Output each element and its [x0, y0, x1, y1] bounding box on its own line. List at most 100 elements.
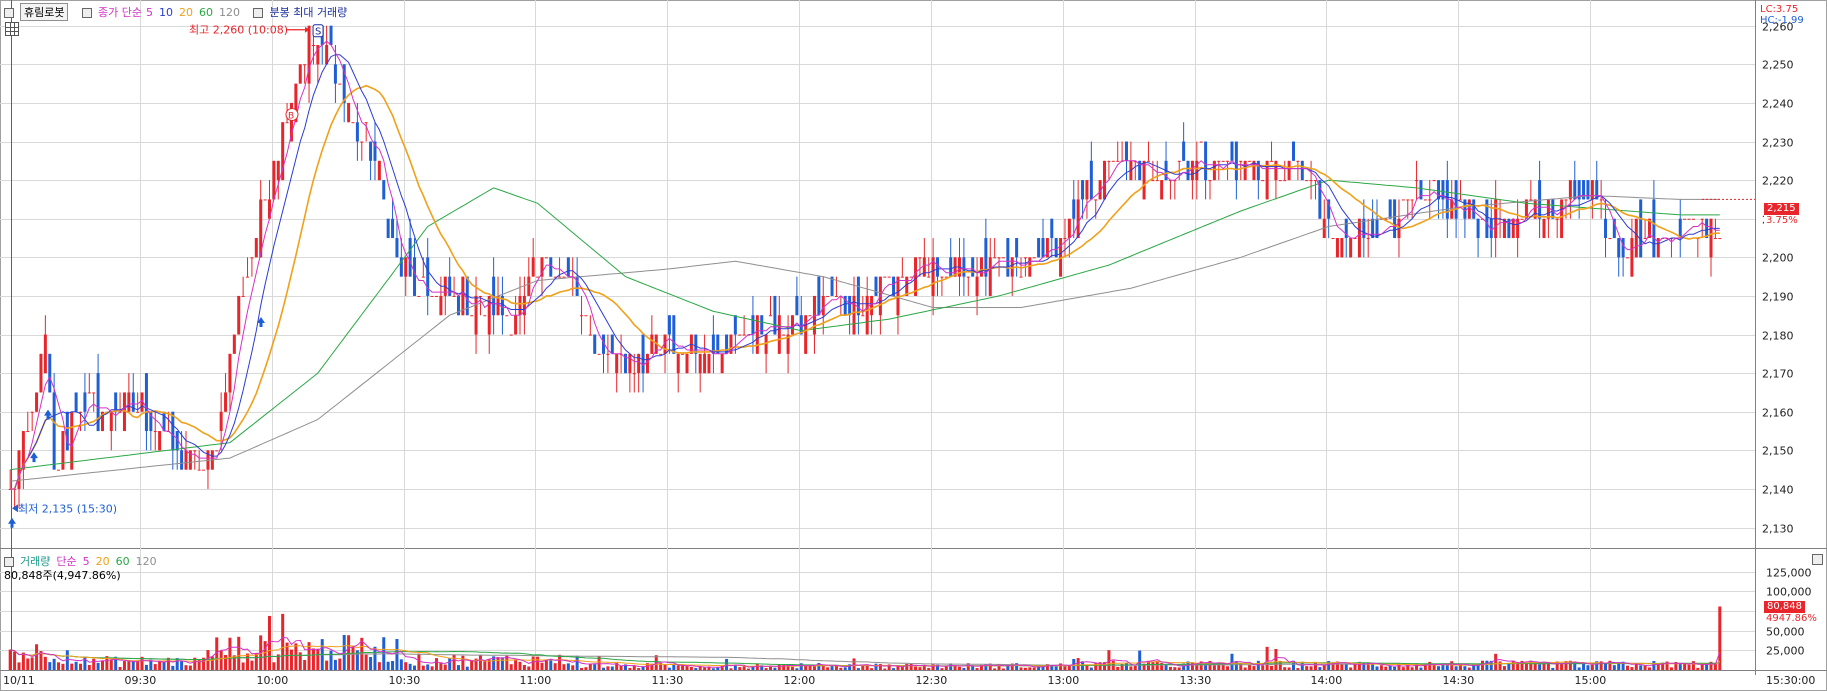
menu-icon[interactable]: [4, 8, 14, 18]
volume-bar: [1393, 666, 1397, 670]
candle-body: [355, 122, 359, 142]
volume-bar: [725, 658, 729, 670]
candle-body: [1542, 218, 1546, 239]
volume-bar: [870, 668, 874, 670]
volume-bar: [500, 657, 504, 670]
candle-body: [197, 469, 201, 471]
candle-body: [48, 353, 52, 393]
volume-bar: [1265, 646, 1269, 670]
volume-bar: [1177, 667, 1181, 670]
volume-bar: [470, 661, 474, 670]
volume-pct-tag: 4947.86%: [1764, 613, 1819, 624]
candle-body: [1111, 160, 1115, 162]
candle-body: [632, 373, 636, 375]
volume-tick-label: 100,000: [1766, 586, 1812, 599]
candle-body: [628, 353, 632, 374]
volume-bar: [667, 667, 671, 670]
volume-bar: [1419, 667, 1423, 670]
candle-body: [153, 431, 157, 433]
volume-bar: [210, 656, 214, 670]
candle-body: [900, 276, 904, 278]
volume-bar: [1410, 667, 1414, 670]
candle-body: [79, 411, 83, 413]
volume-bar: [1067, 665, 1071, 670]
candle-body: [1687, 218, 1691, 220]
volume-bar: [465, 666, 469, 670]
candle-body: [1305, 180, 1309, 182]
candle-body: [377, 160, 381, 181]
candle-body: [1401, 199, 1405, 201]
candle-body: [1146, 160, 1150, 162]
candle-body: [672, 315, 676, 354]
candle-body: [918, 257, 922, 259]
candle-body: [87, 392, 91, 394]
volume-bar: [558, 654, 562, 670]
candle-body: [1081, 180, 1085, 200]
price-tick-label: 2,180: [1762, 330, 1794, 343]
sell-signal-text: S: [315, 27, 321, 38]
candle-body: [1652, 199, 1656, 258]
stock-name[interactable]: 휴림로봇: [20, 3, 69, 21]
volume-bar: [861, 666, 865, 670]
candle-body: [1406, 199, 1410, 201]
volume-bar: [443, 664, 447, 670]
candle-body: [417, 295, 421, 297]
volume-bar: [272, 662, 276, 670]
volume-bar: [391, 660, 395, 670]
candle-body: [1212, 160, 1216, 181]
indicator-icon[interactable]: [81, 8, 92, 18]
candle-body: [83, 392, 87, 412]
candle-body: [610, 334, 614, 354]
volume-bar: [1687, 664, 1691, 670]
volume-bar: [1604, 663, 1608, 670]
volume-menu-icon[interactable]: [4, 557, 14, 567]
mode-icon[interactable]: [253, 8, 264, 18]
candle-body: [144, 373, 148, 432]
volume-bar: [1485, 660, 1489, 670]
candle-body: [158, 431, 162, 451]
candle-body: [35, 392, 39, 412]
volume-bar: [1379, 665, 1383, 670]
price-tick-label: 2,230: [1762, 137, 1794, 150]
volume-bar: [593, 664, 597, 670]
candle-body: [615, 353, 619, 374]
candle-body: [1160, 180, 1164, 200]
volume-tick-label: 50,000: [1766, 626, 1805, 639]
volume-bar: [566, 663, 570, 670]
candle-body: [1568, 180, 1572, 200]
low-annotation: 최저 2,135 (15:30): [18, 502, 117, 515]
volume-bar: [30, 657, 34, 670]
volume-bar: [672, 664, 676, 670]
current-volume-tag: 80,848: [1764, 601, 1805, 613]
volume-bar: [43, 656, 47, 670]
volume-bar: [483, 661, 487, 670]
candle-body: [584, 315, 588, 317]
candle-body: [637, 353, 641, 374]
candle-body: [1415, 180, 1419, 182]
candle-body: [448, 276, 452, 296]
volume-bar: [1454, 666, 1458, 670]
candle-body: [1041, 238, 1045, 258]
candle-body: [1085, 180, 1089, 200]
price-tick-label: 2,250: [1762, 59, 1794, 72]
candle-body: [276, 160, 280, 181]
volume-bar: [1001, 668, 1005, 670]
candle-body: [808, 315, 812, 317]
volume-bar: [654, 655, 658, 670]
volume-bar: [1669, 667, 1673, 670]
candle-body: [975, 276, 979, 296]
volume-bar: [377, 662, 381, 670]
volume-bar: [804, 665, 808, 670]
grid-toggle-icon[interactable]: [5, 22, 19, 36]
volume-bar: [250, 660, 254, 670]
candle-body: [1340, 238, 1344, 258]
candle-body: [1089, 160, 1093, 200]
price-tick-label: 2,130: [1762, 523, 1794, 536]
candle-body: [1072, 199, 1076, 219]
volume-scroll-icon[interactable]: [1812, 554, 1823, 565]
candle-body: [685, 353, 689, 374]
volume-bar: [764, 668, 768, 670]
volume-bar: [289, 649, 293, 670]
stock-chart[interactable]: 2,130 2,140 2,150 2,160 2,170 2,180 2,190 2,200…: [0, 0, 1827, 691]
volume-bar: [21, 652, 25, 670]
